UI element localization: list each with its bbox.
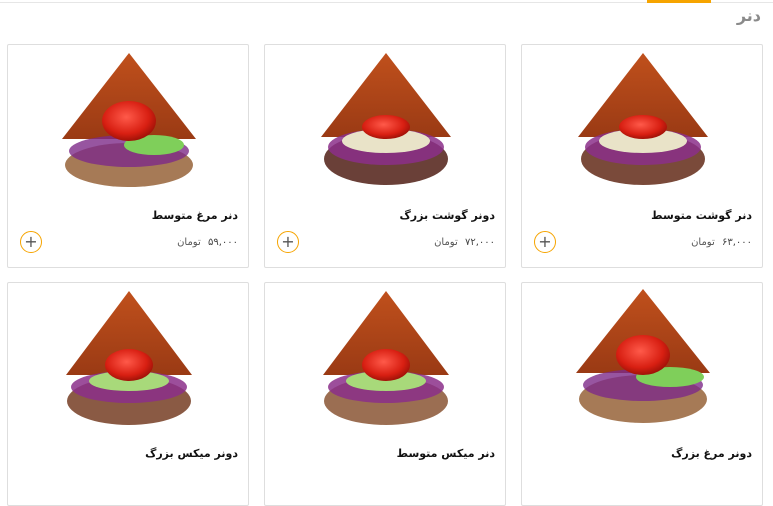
currency-label: تومان xyxy=(691,237,715,248)
doner-image xyxy=(576,289,710,423)
product-name: دونر میکس بزرگ xyxy=(145,447,238,460)
plus-icon: + xyxy=(24,232,38,251)
doner-image xyxy=(66,291,192,425)
product-card[interactable]: دنر مرغ متوسط ۵۹,۰۰۰ تومان + xyxy=(7,44,249,268)
price-value: ۵۹,۰۰۰ xyxy=(207,237,238,248)
plus-icon: + xyxy=(281,232,295,251)
currency-label: تومان xyxy=(177,237,201,248)
doner-image xyxy=(578,53,708,185)
add-to-cart-button[interactable]: + xyxy=(277,231,299,253)
product-price: ۶۳,۰۰۰ تومان xyxy=(691,237,752,248)
section-title: دنر xyxy=(736,6,761,25)
product-name: دنر گوشت متوسط xyxy=(651,209,752,222)
doner-image xyxy=(62,53,196,187)
product-card[interactable]: دونر گوشت بزرگ ۷۲,۰۰۰ تومان + xyxy=(264,44,506,268)
currency-label: تومان xyxy=(434,237,458,248)
product-card[interactable]: دنر میکس متوسط xyxy=(264,282,506,506)
active-tab-indicator xyxy=(647,0,711,3)
product-price: ۵۹,۰۰۰ تومان xyxy=(177,237,238,248)
product-card[interactable]: دونر مرغ بزرگ xyxy=(521,282,763,506)
product-card[interactable]: دنر گوشت متوسط ۶۳,۰۰۰ تومان + xyxy=(521,44,763,268)
product-name: دنر میکس متوسط xyxy=(396,447,495,460)
plus-icon: + xyxy=(538,232,552,251)
product-card[interactable]: دونر میکس بزرگ xyxy=(7,282,249,506)
price-value: ۷۲,۰۰۰ xyxy=(464,237,495,248)
product-name: دنر مرغ متوسط xyxy=(151,209,238,222)
add-to-cart-button[interactable]: + xyxy=(20,231,42,253)
doner-image xyxy=(321,53,451,185)
product-name: دونر مرغ بزرگ xyxy=(671,447,752,460)
add-to-cart-button[interactable]: + xyxy=(534,231,556,253)
doner-image xyxy=(323,291,449,425)
product-name: دونر گوشت بزرگ xyxy=(399,209,495,222)
product-price: ۷۲,۰۰۰ تومان xyxy=(434,237,495,248)
price-value: ۶۳,۰۰۰ xyxy=(721,237,752,248)
